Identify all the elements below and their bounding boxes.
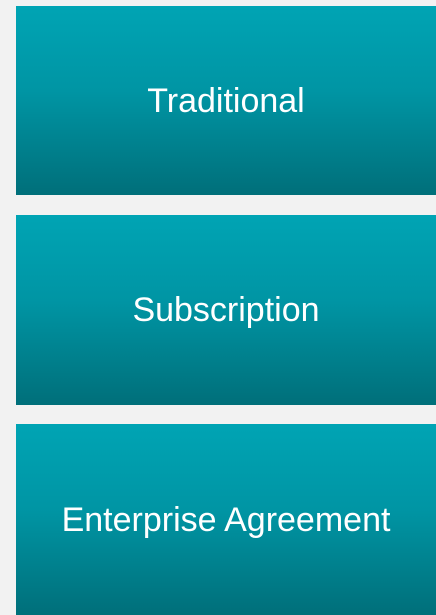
licensing-options: Traditional Subscription Enterprise Agre… (0, 0, 436, 615)
traditional-label: Traditional (147, 81, 305, 120)
enterprise-agreement-tile[interactable]: Enterprise Agreement (16, 424, 436, 615)
subscription-tile[interactable]: Subscription (16, 215, 436, 405)
subscription-label: Subscription (132, 291, 320, 329)
enterprise-agreement-label: Enterprise Agreement (61, 500, 391, 539)
traditional-tile[interactable]: Traditional (16, 6, 436, 195)
